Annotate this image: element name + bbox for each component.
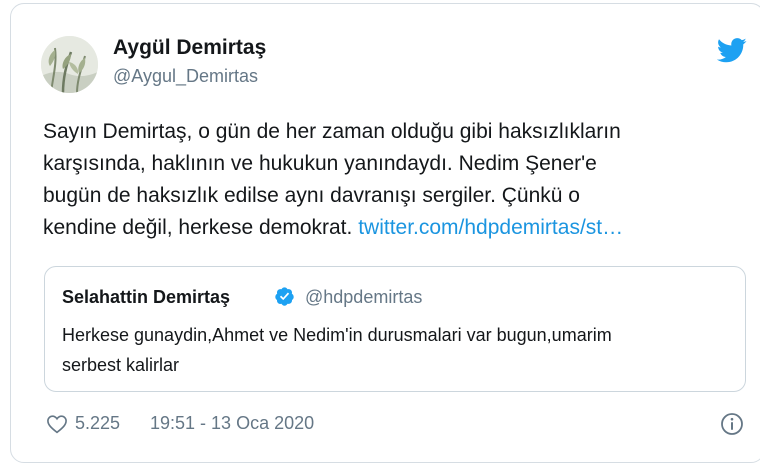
author-handle[interactable]: @Aygul_Demirtas xyxy=(113,66,258,87)
author-name[interactable]: Aygül Demirtaş xyxy=(113,36,266,60)
heart-icon[interactable] xyxy=(46,414,68,434)
quoted-author-name[interactable]: Selahattin Demirtaş xyxy=(62,287,230,308)
tweet-line-text: kendine değil, herkese demokrat. xyxy=(43,216,359,239)
quoted-tweet-line: serbest kalirlar xyxy=(62,355,180,375)
tweet-link[interactable]: twitter.com/hdpdemirtas/st… xyxy=(358,216,623,239)
twitter-bird-icon[interactable] xyxy=(717,38,747,63)
tweet-line: bugün de haksızlık edilse aynı davranışı… xyxy=(43,184,580,207)
quoted-tweet-text: Herkese gunaydin,Ahmet ve Nedim'in durus… xyxy=(62,320,734,380)
tweet-text: Sayın Demirtaş, o gün de her zaman olduğ… xyxy=(43,116,743,244)
tweet-line-last: kendine değil, herkese demokrat. twitter… xyxy=(43,212,743,244)
like-count[interactable]: 5.225 xyxy=(75,413,120,434)
quoted-tweet[interactable]: Selahattin Demirtaş @hdpdemirtas Herkese… xyxy=(44,266,746,392)
avatar[interactable] xyxy=(41,36,98,93)
info-icon[interactable] xyxy=(720,412,744,436)
verified-badge-icon xyxy=(275,287,294,306)
timestamp[interactable]: 19:51 - 13 Oca 2020 xyxy=(150,413,314,434)
quoted-tweet-line: Herkese gunaydin,Ahmet ve Nedim'in durus… xyxy=(62,325,612,345)
tweet-line: Sayın Demirtaş, o gün de her zaman olduğ… xyxy=(43,120,621,143)
quoted-author-handle[interactable]: @hdpdemirtas xyxy=(305,287,422,308)
tweet-line: karşısında, haklının ve hukukun yanınday… xyxy=(43,152,597,175)
